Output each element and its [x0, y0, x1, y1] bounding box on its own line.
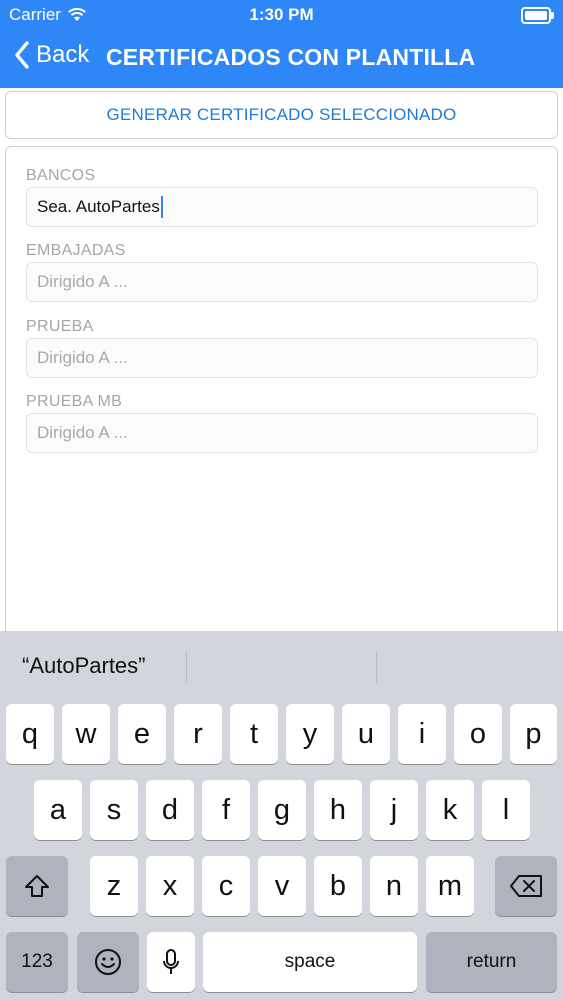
return-key[interactable]: return: [426, 932, 557, 992]
key-b[interactable]: b: [314, 856, 362, 916]
key-u[interactable]: u: [342, 704, 390, 764]
prediction-divider: [376, 651, 377, 683]
bancos-input-value: Sea. AutoPartes: [37, 197, 160, 216]
key-e[interactable]: e: [118, 704, 166, 764]
bancos-input[interactable]: Sea. AutoPartes: [26, 187, 538, 227]
field-label-prueba: PRUEBA: [26, 318, 94, 335]
embajadas-input-placeholder: Dirigido A ...: [37, 272, 128, 291]
key-w[interactable]: w: [62, 704, 110, 764]
back-label: Back: [36, 41, 90, 68]
prediction-suggestion[interactable]: “AutoPartes”: [22, 653, 146, 679]
key-q[interactable]: q: [6, 704, 54, 764]
emoji-key[interactable]: [77, 932, 139, 992]
key-d[interactable]: d: [146, 780, 194, 840]
field-label-bancos: BANCOS: [26, 167, 96, 184]
battery-icon: [521, 7, 554, 24]
space-key[interactable]: space: [203, 932, 417, 992]
embajadas-input[interactable]: Dirigido A ...: [26, 262, 538, 302]
status-time: 1:30 PM: [249, 5, 314, 24]
navigation-header: Carrier 1:30 PM Back CERTIFICADOS CON PL…: [0, 0, 563, 88]
delete-key[interactable]: [495, 856, 557, 916]
key-i[interactable]: i: [398, 704, 446, 764]
key-o[interactable]: o: [454, 704, 502, 764]
prueba-mb-input-placeholder: Dirigido A ...: [37, 423, 128, 442]
key-l[interactable]: l: [482, 780, 530, 840]
generate-certificate-button[interactable]: GENERAR CERTIFICADO SELECCIONADO: [5, 91, 558, 139]
field-label-embajadas: EMBAJADAS: [26, 242, 126, 259]
back-button[interactable]: Back: [14, 41, 89, 69]
key-c[interactable]: c: [202, 856, 250, 916]
status-bar: Carrier 1:30 PM: [0, 0, 563, 30]
backspace-icon: [510, 875, 542, 897]
prediction-divider: [186, 651, 187, 683]
key-g[interactable]: g: [258, 780, 306, 840]
predictive-bar: “AutoPartes”: [0, 631, 563, 701]
key-v[interactable]: v: [258, 856, 306, 916]
microphone-icon: [163, 949, 179, 974]
key-y[interactable]: y: [286, 704, 334, 764]
prueba-input-placeholder: Dirigido A ...: [37, 348, 128, 367]
microphone-key[interactable]: [147, 932, 195, 992]
prueba-mb-input[interactable]: Dirigido A ...: [26, 413, 538, 453]
key-x[interactable]: x: [146, 856, 194, 916]
text-cursor: [160, 196, 163, 218]
key-t[interactable]: t: [230, 704, 278, 764]
form-panel: BANCOS Sea. AutoPartes EMBAJADAS Dirigid…: [5, 146, 558, 648]
key-s[interactable]: s: [90, 780, 138, 840]
key-f[interactable]: f: [202, 780, 250, 840]
prueba-input[interactable]: Dirigido A ...: [26, 338, 538, 378]
key-m[interactable]: m: [426, 856, 474, 916]
field-label-prueba-mb: PRUEBA MB: [26, 393, 123, 410]
key-j[interactable]: j: [370, 780, 418, 840]
on-screen-keyboard: “AutoPartes” q w e r t y u i o p a s d f…: [0, 631, 563, 1000]
key-r[interactable]: r: [174, 704, 222, 764]
key-a[interactable]: a: [34, 780, 82, 840]
shift-key[interactable]: [6, 856, 68, 916]
chevron-left-icon: [15, 41, 29, 69]
numbers-key[interactable]: 123: [6, 932, 68, 992]
page-title: CERTIFICADOS CON PLANTILLA: [106, 44, 476, 70]
shift-icon: [25, 875, 49, 897]
nav-bar: Back CERTIFICADOS CON PLANTILLA: [0, 30, 563, 88]
key-h[interactable]: h: [314, 780, 362, 840]
key-z[interactable]: z: [90, 856, 138, 916]
key-p[interactable]: p: [510, 704, 557, 764]
key-k[interactable]: k: [426, 780, 474, 840]
emoji-icon: [95, 949, 121, 975]
key-n[interactable]: n: [370, 856, 418, 916]
